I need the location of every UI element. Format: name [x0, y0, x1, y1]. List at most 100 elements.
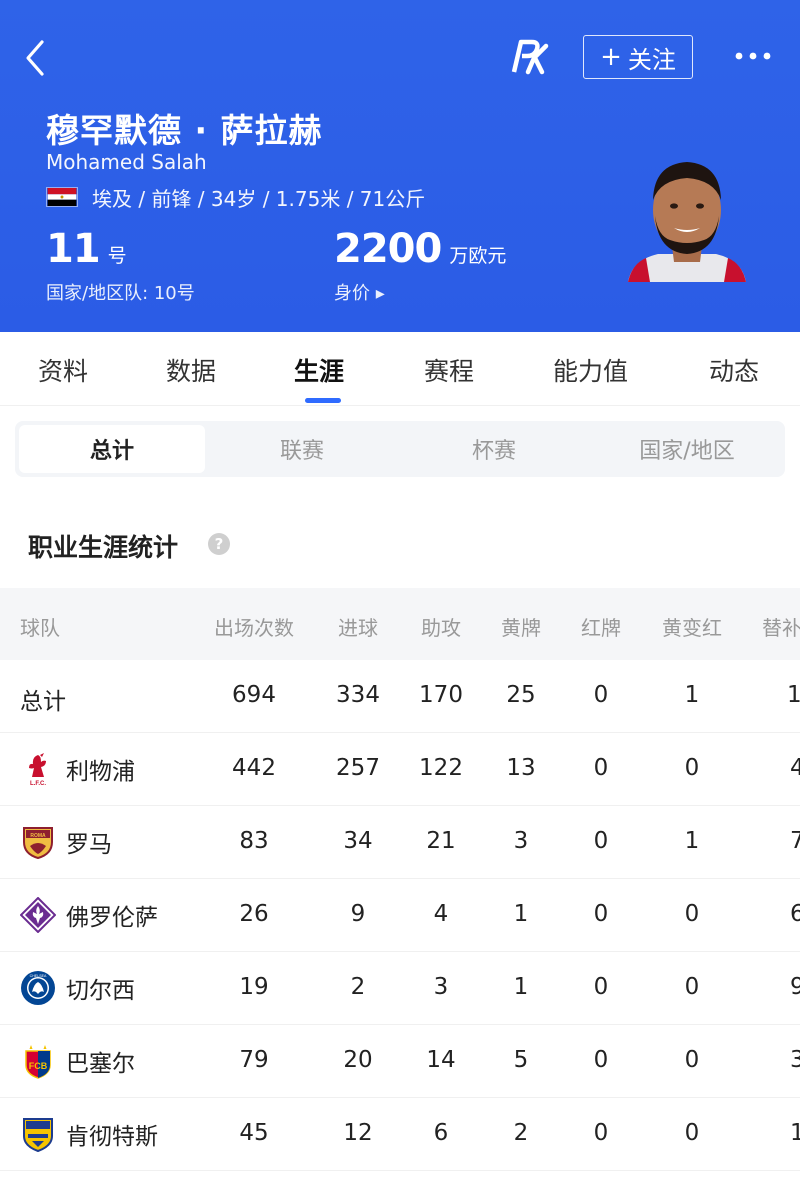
cell-red-cards: 0 — [593, 901, 609, 927]
table-row[interactable]: CHELSEA 切尔西 19 2 3 1 0 0 9 — [0, 952, 800, 1025]
team-name: 肯彻特斯 — [66, 1124, 158, 1150]
table-row[interactable]: FCB 巴塞尔 79 20 14 5 0 0 3 — [0, 1025, 800, 1098]
basel-crest-icon: FCB — [25, 1045, 51, 1079]
cell-red-cards: 0 — [593, 828, 609, 854]
team-cell[interactable]: 肯彻特斯 — [20, 1116, 158, 1152]
player-name-cn: 穆罕默德 · 萨拉赫 — [46, 111, 323, 150]
cell-assists: 6 — [433, 1120, 449, 1146]
cell-goals: 34 — [343, 828, 373, 854]
cell-yellow-cards: 25 — [506, 682, 536, 708]
cell-goals: 257 — [336, 755, 380, 781]
column-header-substitute: 替补 — [762, 616, 800, 640]
svg-text:L.F.C.: L.F.C. — [30, 781, 46, 787]
market-value-block: 2200 万欧元 — [334, 226, 506, 272]
table-header: 球队 出场次数 进球 助攻 黄牌 红牌 黄变红 替补 — [0, 588, 800, 660]
cell-second-yellow: 0 — [684, 1120, 700, 1146]
section-title: 职业生涯统计 — [28, 533, 179, 562]
tab-career[interactable]: 生涯 — [294, 352, 344, 388]
roma-crest-icon: ROMA — [23, 827, 53, 860]
cell-appearances: 45 — [239, 1120, 269, 1146]
cell-assists: 4 — [433, 901, 449, 927]
team-name: 罗马 — [66, 832, 112, 858]
column-header-red-cards: 红牌 — [581, 616, 621, 640]
column-header-team: 球队 — [20, 616, 60, 640]
tab-schedule[interactable]: 赛程 — [424, 352, 474, 388]
subtab-national[interactable]: 国家/地区 — [593, 425, 781, 473]
national-team-number: 国家/地区队: 10号 — [46, 283, 195, 304]
market-value-unit: 万欧元 — [449, 245, 507, 267]
cell-second-yellow: 1 — [684, 828, 700, 854]
svg-text:FCB: FCB — [29, 1061, 48, 1071]
shirt-number-unit: 号 — [107, 245, 127, 267]
shirt-number-block: 11 号 — [46, 226, 127, 272]
cell-yellow-cards: 3 — [513, 828, 529, 854]
team-cell[interactable]: ROMA 罗马 — [20, 824, 112, 860]
cell-appearances: 83 — [239, 828, 269, 854]
table-row[interactable]: L.F.C. 利物浦 442 257 122 13 0 0 4 — [0, 733, 800, 806]
cell-yellow-cards: 1 — [513, 901, 529, 927]
subtab-league[interactable]: 联赛 — [209, 425, 395, 473]
cell-appearances: 694 — [232, 682, 276, 708]
cell-substitute: 1 — [790, 1120, 800, 1146]
table-row[interactable]: 肯彻特斯 45 12 6 2 0 0 1 — [0, 1098, 800, 1171]
player-avatar — [628, 162, 746, 282]
back-button[interactable] — [18, 38, 54, 78]
column-header-appearances: 出场次数 — [214, 616, 294, 640]
team-cell[interactable]: 佛罗伦萨 — [20, 897, 158, 933]
cell-substitute: 9 — [790, 974, 800, 1000]
team-name: 巴塞尔 — [66, 1051, 135, 1077]
svg-text:CHELSEA: CHELSEA — [30, 974, 47, 978]
more-options-icon[interactable] — [733, 44, 773, 68]
cell-goals: 12 — [343, 1120, 373, 1146]
market-value-link[interactable]: 身价 ▸ — [334, 279, 385, 305]
team-cell[interactable]: FCB 巴塞尔 — [20, 1043, 135, 1079]
subtab-cup[interactable]: 杯赛 — [401, 425, 587, 473]
cell-appearances: 19 — [239, 974, 269, 1000]
team-cell[interactable]: CHELSEA 切尔西 — [20, 970, 135, 1006]
pk-logo-icon — [511, 39, 549, 75]
cell-goals: 20 — [343, 1047, 373, 1073]
table-row[interactable]: 佛罗伦萨 26 9 4 1 0 0 6 — [0, 879, 800, 952]
cell-red-cards: 0 — [593, 1120, 609, 1146]
cell-assists: 122 — [419, 755, 463, 781]
cell-red-cards: 0 — [593, 1047, 609, 1073]
cell-substitute: 7 — [790, 828, 800, 854]
column-header-second-yellow: 黄变红 — [662, 616, 722, 640]
column-header-goals: 进球 — [338, 616, 378, 640]
cell-yellow-cards: 2 — [513, 1120, 529, 1146]
team-name: 总计 — [20, 689, 66, 715]
career-subtabs: 总计 联赛 杯赛 国家/地区 — [15, 421, 785, 477]
team-name: 佛罗伦萨 — [66, 905, 158, 931]
follow-button[interactable]: + 关注 — [583, 35, 693, 79]
team-cell[interactable]: L.F.C. 利物浦 — [20, 751, 135, 787]
column-header-yellow-cards: 黄牌 — [501, 616, 541, 640]
plus-icon: + — [600, 42, 622, 72]
cell-goals: 2 — [350, 974, 366, 1000]
tab-ability[interactable]: 能力值 — [553, 352, 628, 388]
help-icon[interactable]: ? — [208, 533, 230, 555]
player-header: + 关注 穆罕默德 · 萨拉赫 Mohamed Salah 埃及 / 前锋 / … — [0, 0, 800, 332]
cell-assists: 21 — [426, 828, 456, 854]
career-stats-table: 球队 出场次数 进球 助攻 黄牌 红牌 黄变红 替补 总计 694 334 17… — [0, 588, 800, 1171]
subtab-total[interactable]: 总计 — [19, 425, 205, 473]
cell-substitute: 6 — [790, 901, 800, 927]
chevron-left-icon — [26, 40, 44, 76]
main-tabs: 资料 数据 生涯 赛程 能力值 动态 — [0, 332, 800, 406]
cell-second-yellow: 0 — [684, 1047, 700, 1073]
svg-text:ROMA: ROMA — [30, 833, 46, 839]
cell-substitute: 4 — [790, 755, 800, 781]
cell-goals: 9 — [350, 901, 366, 927]
cell-yellow-cards: 5 — [513, 1047, 529, 1073]
tab-profile[interactable]: 资料 — [38, 352, 88, 388]
cell-appearances: 442 — [232, 755, 276, 781]
cell-substitute: 10 — [787, 682, 800, 708]
cell-goals: 334 — [336, 682, 380, 708]
tab-stats[interactable]: 数据 — [166, 352, 216, 388]
liverpool-crest-icon: L.F.C. — [29, 753, 46, 787]
table-row[interactable]: ROMA 罗马 83 34 21 3 0 1 7 — [0, 806, 800, 879]
cell-red-cards: 0 — [593, 682, 609, 708]
tab-news[interactable]: 动态 — [709, 352, 759, 388]
cell-substitute: 3 — [790, 1047, 800, 1073]
team-name: 切尔西 — [66, 978, 135, 1004]
table-row: 总计 694 334 170 25 0 1 10 — [0, 660, 800, 733]
